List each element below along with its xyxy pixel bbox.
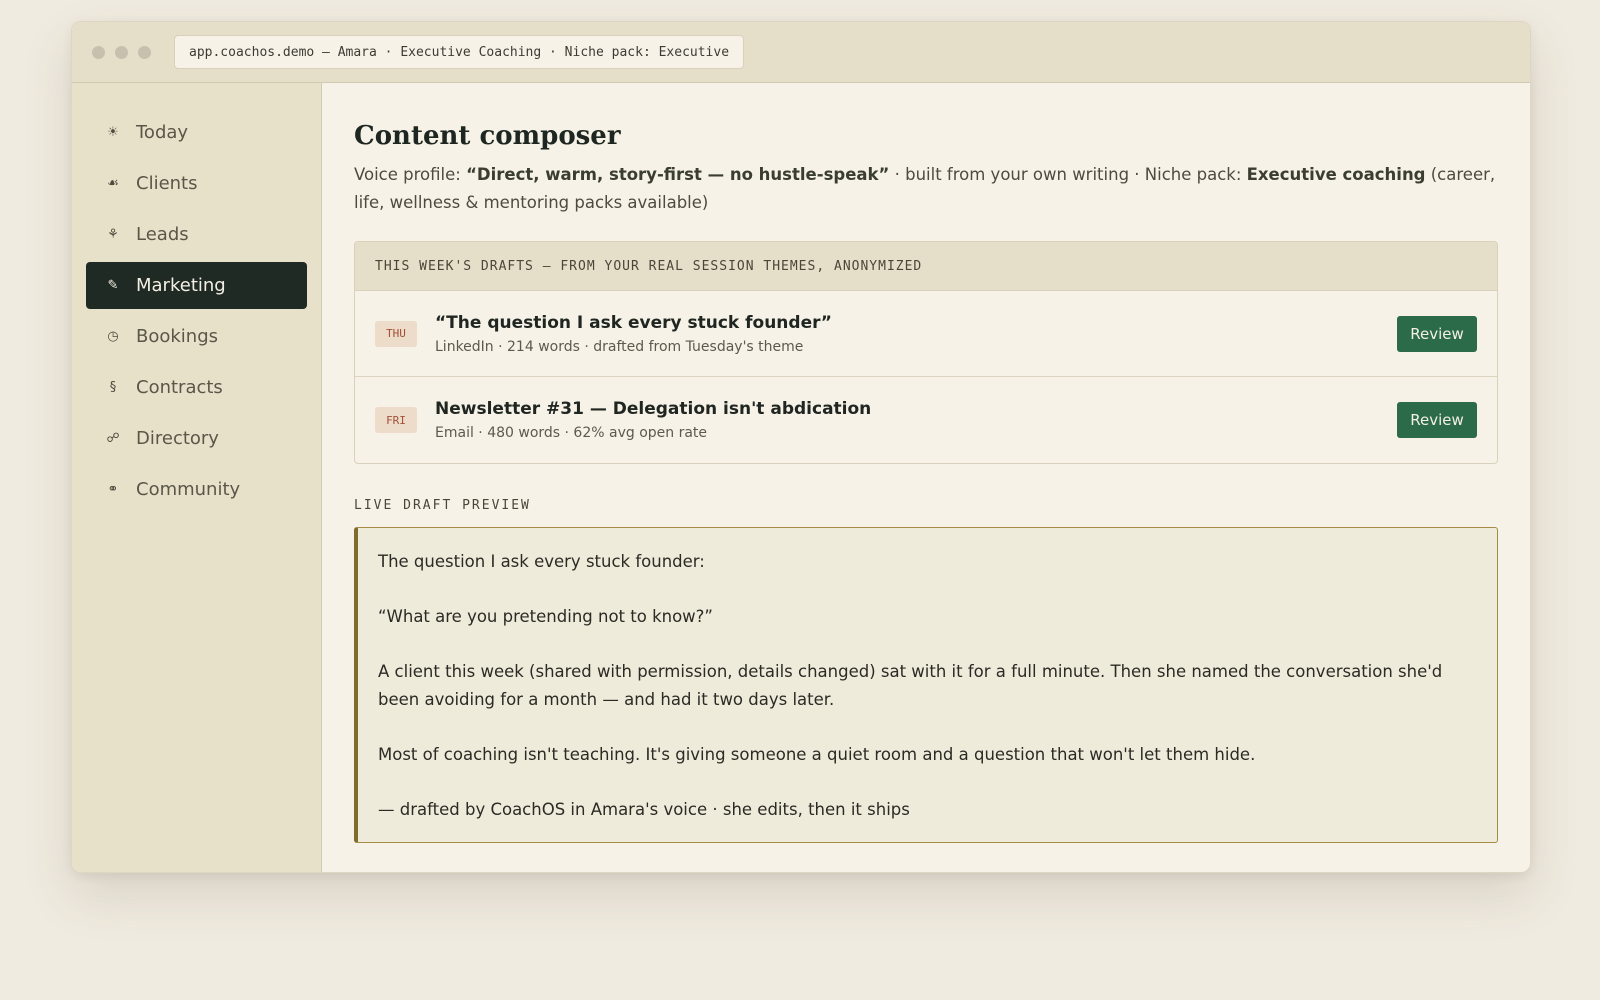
close-window-dot[interactable] [92, 45, 105, 59]
draft-row: THU “The question I ask every stuck foun… [355, 291, 1497, 377]
app-window: app.coachos.demo — Amara · Executive Coa… [71, 21, 1531, 873]
sidebar-item-clients[interactable]: ☙ Clients [86, 160, 307, 207]
minimize-window-dot[interactable] [115, 45, 128, 59]
review-button[interactable]: Review [1397, 315, 1477, 352]
clients-icon: ☙ [107, 176, 119, 191]
sidebar-item-label: Marketing [136, 275, 226, 296]
draft-meta: LinkedIn · 214 words · drafted from Tues… [435, 338, 804, 355]
maximize-window-dot[interactable] [138, 45, 151, 59]
sidebar-item-contracts[interactable]: § Contracts [86, 364, 307, 411]
section-icon: § [109, 380, 117, 395]
preview-paragraph: Most of coaching isn't teaching. It's gi… [378, 745, 1256, 764]
sidebar-item-today[interactable]: ☀ Today [86, 109, 307, 156]
sidebar-item-label: Directory [136, 428, 219, 449]
clock-icon: ◷ [107, 329, 119, 344]
sidebar-item-label: Community [136, 479, 241, 500]
page-title: Content composer [354, 121, 621, 151]
preview-signature: — drafted by CoachOS in Amara's voice · … [378, 800, 910, 819]
sidebar-item-label: Contracts [136, 377, 223, 398]
sidebar-item-directory[interactable]: ☍ Directory [86, 415, 307, 462]
sidebar-item-label: Clients [136, 173, 198, 194]
sidebar-item-label: Bookings [136, 326, 219, 347]
preview-paragraph: “What are you pretending not to know?” [378, 607, 713, 626]
sidebar-item-label: Today [136, 122, 189, 143]
sidebar-item-community[interactable]: ⚭ Community [86, 466, 307, 513]
preview-paragraph: A client this week (shared with permissi… [378, 662, 1443, 709]
sidebar-item-bookings[interactable]: ◷ Bookings [86, 313, 307, 360]
leads-icon: ⚘ [107, 227, 119, 242]
sidebar-item-marketing[interactable]: ✎ Marketing [86, 262, 307, 309]
circles-icon: ⚭ [107, 482, 119, 497]
link-icon: ☍ [106, 431, 120, 446]
niche-pack-name: Executive coaching [1246, 165, 1426, 184]
drafts-header: THIS WEEK'S DRAFTS — FROM YOUR REAL SESS… [355, 242, 1497, 291]
subtitle-middle: · built from your own writing · Niche pa… [889, 165, 1247, 184]
draft-title: “The question I ask every stuck founder” [435, 312, 832, 333]
voice-profile-description: Voice profile: “Direct, warm, story-firs… [354, 161, 1498, 217]
preview-paragraph: The question I ask every stuck founder: [378, 552, 705, 571]
weekly-drafts-panel: THIS WEEK'S DRAFTS — FROM YOUR REAL SESS… [354, 241, 1498, 464]
voice-profile-name: “Direct, warm, story-first — no hustle-s… [466, 165, 890, 184]
day-badge: FRI [375, 407, 417, 433]
main-content: Content composer Voice profile: “Direct,… [322, 83, 1530, 872]
sidebar-item-leads[interactable]: ⚘ Leads [86, 211, 307, 258]
sun-icon: ☀ [107, 125, 119, 140]
title-bar: app.coachos.demo — Amara · Executive Coa… [72, 22, 1530, 83]
live-draft-preview[interactable]: The question I ask every stuck founder: … [354, 527, 1498, 843]
subtitle-prefix: Voice profile: [354, 165, 467, 184]
draft-title: Newsletter #31 — Delegation isn't abdica… [435, 399, 872, 419]
sidebar-item-label: Leads [136, 224, 189, 245]
review-button[interactable]: Review [1397, 402, 1477, 438]
sidebar: ☀ Today ☙ Clients ⚘ Leads ✎ Marketing ◷ … [72, 83, 322, 872]
address-bar[interactable]: app.coachos.demo — Amara · Executive Coa… [174, 35, 745, 69]
pen-icon: ✎ [107, 278, 119, 293]
preview-label: LIVE DRAFT PREVIEW [354, 498, 531, 513]
draft-row: FRI Newsletter #31 — Delegation isn't ab… [355, 377, 1497, 463]
draft-meta: Email · 480 words · 62% avg open rate [435, 425, 708, 441]
day-badge: THU [375, 320, 417, 347]
